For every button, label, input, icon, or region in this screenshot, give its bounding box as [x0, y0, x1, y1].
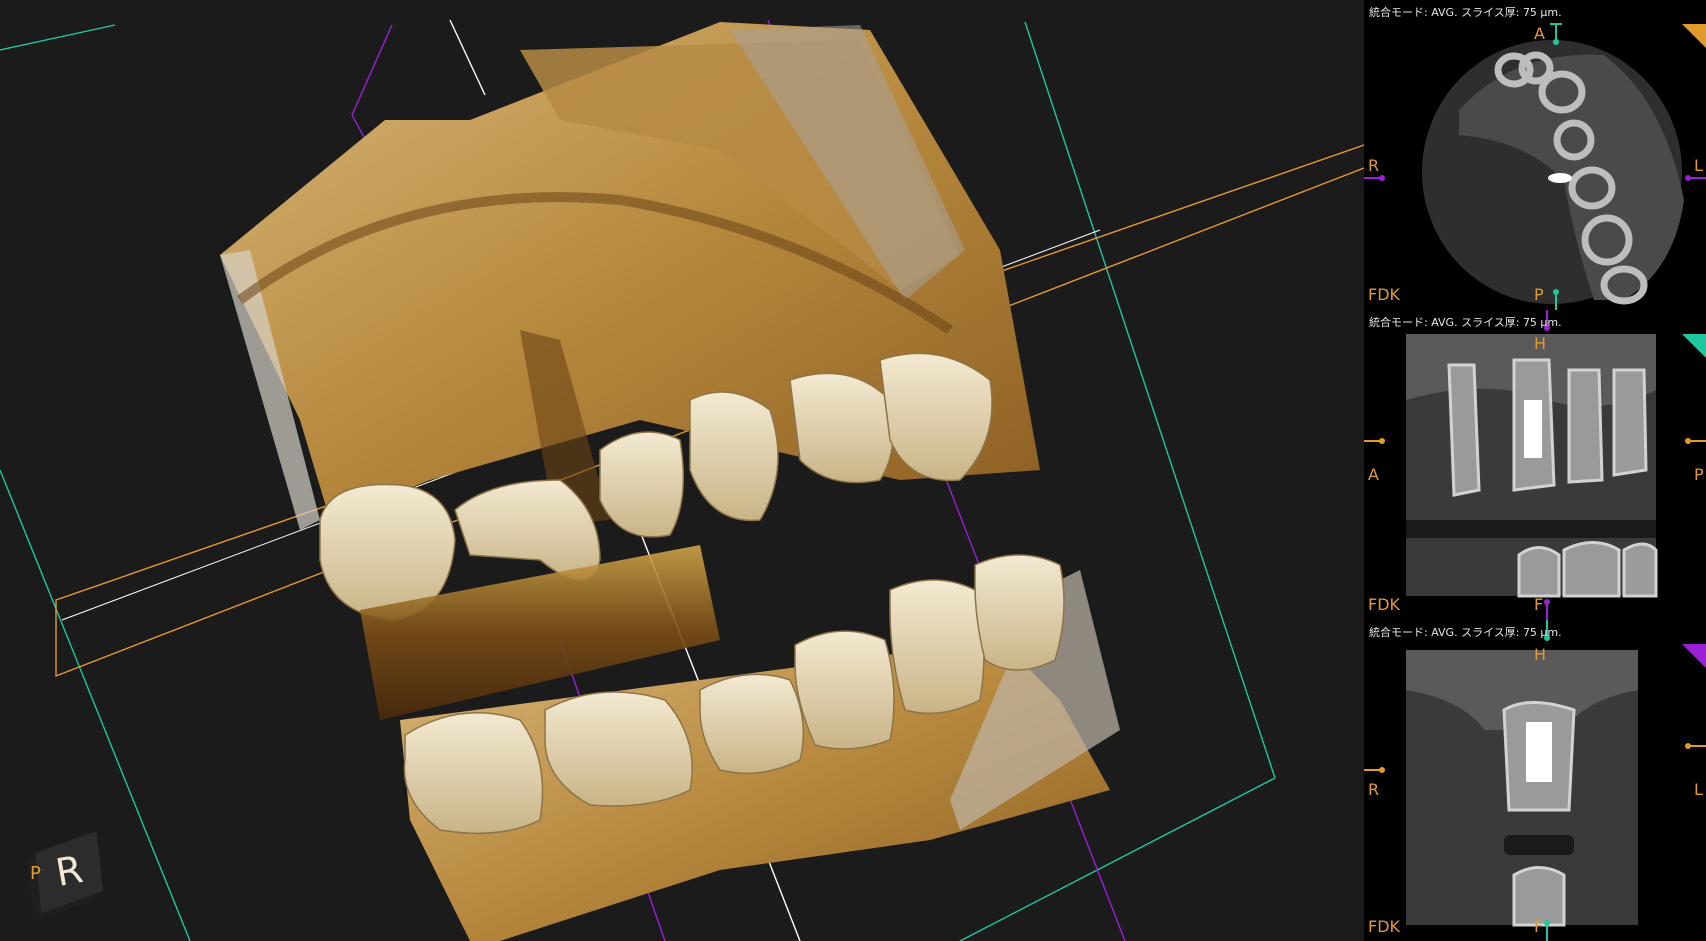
coronal-header: 統合モード: AVG. スライス厚: 75 μm. — [1369, 626, 1562, 639]
axial-label-right: L — [1694, 156, 1703, 175]
sagittal-label-fdk: FDK — [1368, 595, 1401, 614]
sagittal-lower-teeth — [1517, 541, 1658, 598]
coronal-label-right: L — [1694, 780, 1703, 799]
coronal-label-fdk: FDK — [1368, 917, 1401, 936]
coronal-post — [1526, 722, 1552, 782]
axial-label-top: A — [1534, 24, 1545, 43]
coronal-label-top: H — [1534, 645, 1547, 664]
sagittal-label-right: P — [1694, 465, 1704, 484]
sagittal-slice-image[interactable] — [1364, 310, 1706, 620]
mpr-sidebar: 統合モード: AVG. スライス厚: 75 μm. A P R L FDK 統合… — [1364, 0, 1706, 941]
axial-filling — [1548, 173, 1572, 183]
sagittal-slice-panel[interactable]: 統合モード: AVG. スライス厚: 75 μm. H F A P FDK — [1364, 310, 1706, 620]
axial-label-bottom: P — [1534, 285, 1544, 304]
axial-header: 統合モード: AVG. スライス厚: 75 μm. — [1369, 6, 1562, 19]
coronal-slice-image[interactable] — [1364, 620, 1706, 941]
axial-label-fdk: FDK — [1368, 285, 1401, 304]
coronal-corner-marker — [1682, 644, 1706, 668]
orientation-cube-side-letter: P — [30, 863, 41, 884]
coronal-slice-panel[interactable]: 統合モード: AVG. スライス厚: 75 μm. H F R L FDK — [1364, 620, 1706, 941]
axial-slice-image[interactable] — [1364, 0, 1706, 310]
orientation-cube[interactable]: P R — [30, 831, 110, 915]
volume-render-viewport[interactable]: P R — [0, 0, 1364, 941]
sagittal-label-bottom: F — [1534, 595, 1544, 614]
axial-corner-marker — [1682, 24, 1706, 48]
sagittal-header: 統合モード: AVG. スライス厚: 75 μm. — [1369, 316, 1562, 329]
volume-render-scene[interactable] — [0, 0, 1364, 941]
coronal-label-bottom: F — [1534, 917, 1544, 936]
coronal-label-left: R — [1368, 780, 1380, 799]
sagittal-label-top: H — [1534, 334, 1547, 353]
axial-label-left: R — [1368, 156, 1380, 175]
sagittal-post — [1524, 400, 1542, 458]
axial-slice-panel[interactable]: 統合モード: AVG. スライス厚: 75 μm. A P R L FDK — [1364, 0, 1706, 310]
sagittal-corner-marker — [1682, 334, 1706, 358]
sagittal-label-left: A — [1368, 465, 1379, 484]
